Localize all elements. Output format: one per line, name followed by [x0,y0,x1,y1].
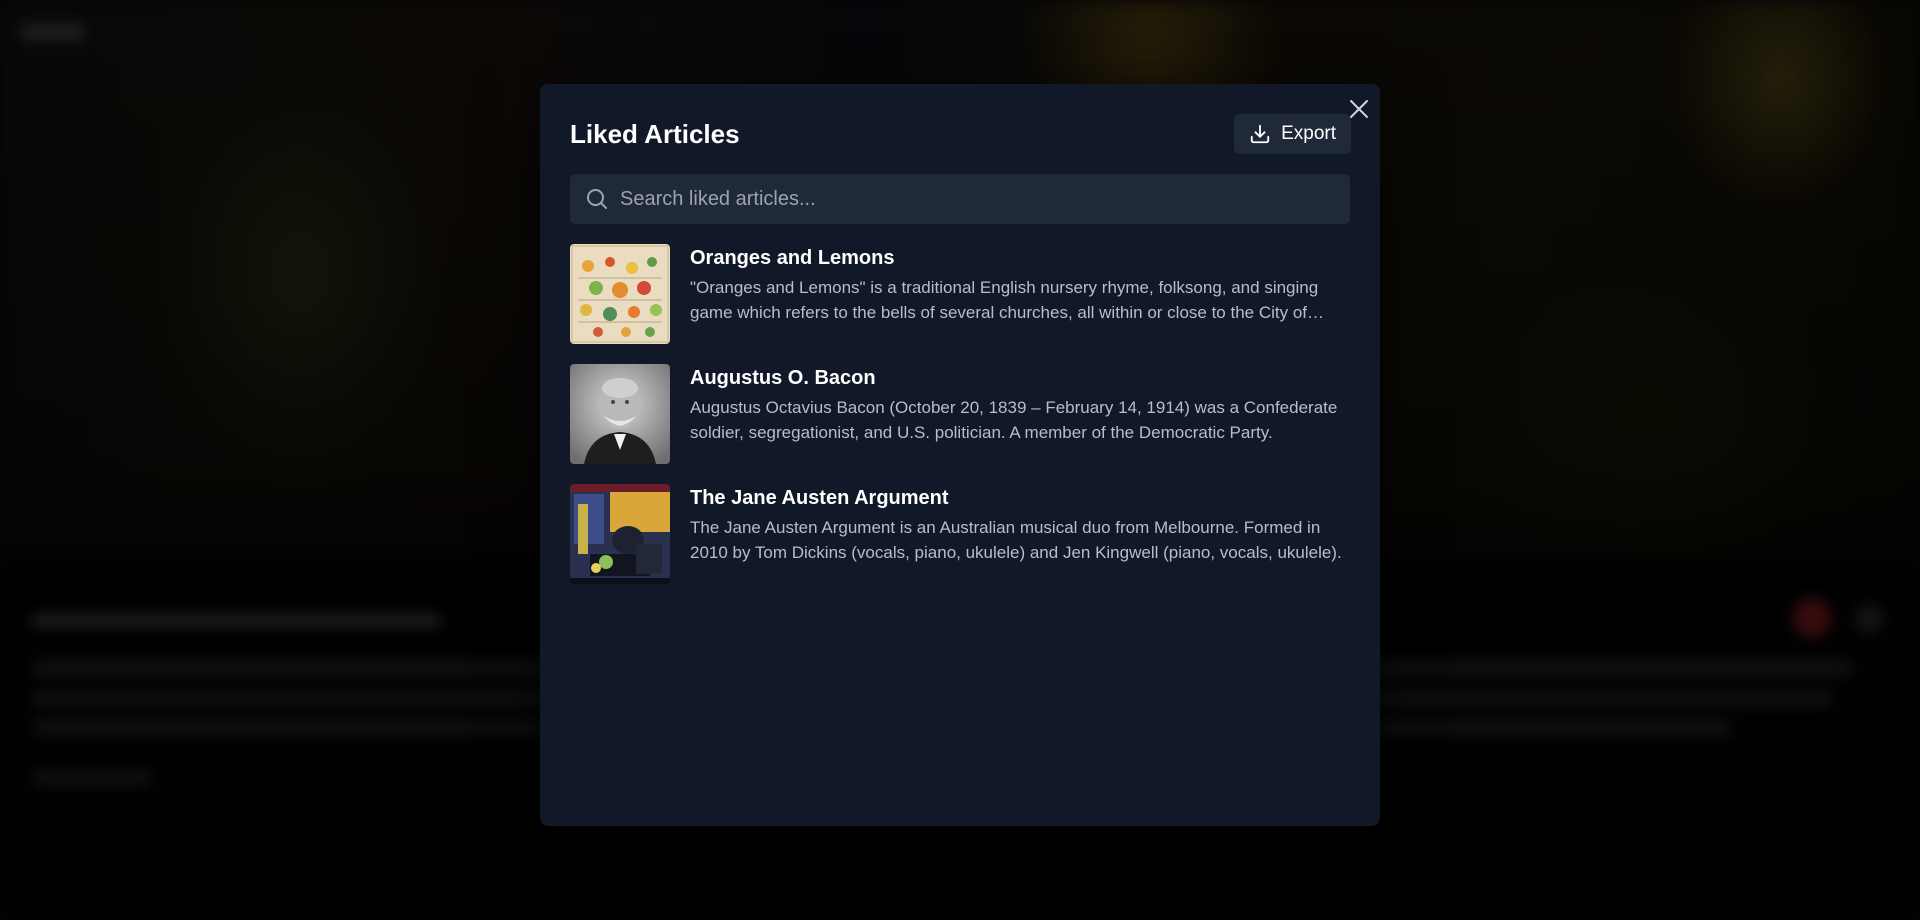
search-box [570,174,1350,224]
article-text: Augustus O. Bacon Augustus Octavius Baco… [690,364,1350,445]
liked-articles-modal: Liked Articles Export Search liked artic… [540,84,1380,826]
export-button[interactable]: Export [1234,114,1351,154]
article-text: The Jane Austen Argument The Jane Austen… [690,484,1350,565]
article-text: Oranges and Lemons "Oranges and Lemons" … [690,244,1350,325]
list-item[interactable]: Oranges and Lemons "Oranges and Lemons" … [570,244,1350,344]
download-icon [1250,124,1270,144]
article-title: Augustus O. Bacon [690,367,876,389]
article-description: Augustus Octavius Bacon (October 20, 183… [690,398,1338,442]
article-title: The Jane Austen Argument [690,487,949,509]
article-thumbnail [570,364,670,464]
article-title: Oranges and Lemons [690,247,895,269]
list-item[interactable]: The Jane Austen Argument The Jane Austen… [570,484,1350,584]
close-icon [1350,100,1368,118]
article-list: Oranges and Lemons "Oranges and Lemons" … [570,244,1350,584]
search-icon [587,189,607,209]
search-input[interactable] [570,174,1350,224]
list-item[interactable]: Augustus O. Bacon Augustus Octavius Baco… [570,364,1350,464]
modal-header: Liked Articles Export [570,114,1351,154]
modal-title: Liked Articles [570,118,740,149]
export-button-label: Export [1281,123,1336,144]
article-thumbnail [570,484,670,584]
article-description: "Oranges and Lemons" is a traditional En… [690,278,1319,322]
article-description: The Jane Austen Argument is an Australia… [690,518,1342,562]
close-button[interactable] [1346,96,1372,122]
article-thumbnail [570,244,670,344]
